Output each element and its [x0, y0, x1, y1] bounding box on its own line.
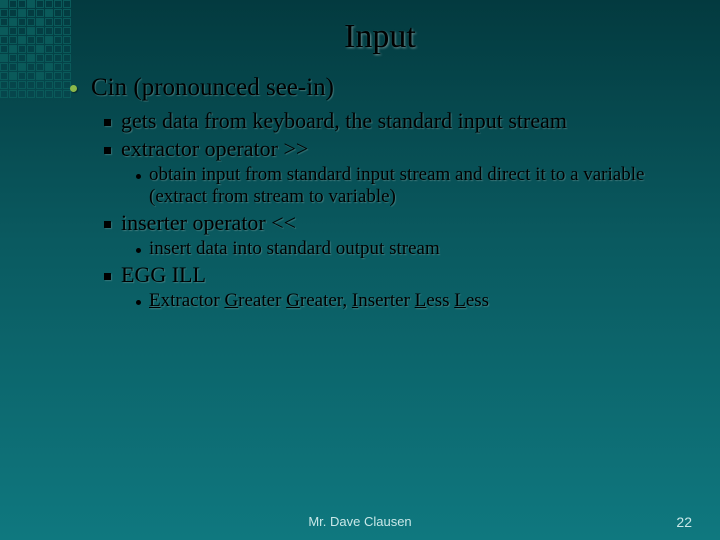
bullet-dot-icon [136, 248, 141, 253]
bullet-level2: EGG ILL [104, 262, 690, 288]
slide-footer: Mr. Dave Clausen 22 [0, 514, 720, 530]
bullet-square-icon [104, 221, 111, 228]
bullet-text: obtain input from standard input stream … [149, 164, 690, 208]
bullet-dot-icon [136, 300, 141, 305]
bullet-dot-icon [70, 85, 77, 92]
bullet-level1: Cin (pronounced see-in) [70, 74, 690, 102]
bullet-level2: gets data from keyboard, the standard in… [104, 108, 690, 134]
bullet-text: insert data into standard output stream [149, 238, 440, 260]
bullet-level3: insert data into standard output stream [136, 238, 690, 260]
bullet-level3: obtain input from standard input stream … [136, 164, 690, 208]
footer-author: Mr. Dave Clausen [308, 514, 411, 529]
bullet-square-icon [104, 147, 111, 154]
bullet-dot-icon [136, 174, 141, 179]
bullet-text: extractor operator >> [121, 136, 308, 162]
bullet-level2: extractor operator >> [104, 136, 690, 162]
bullet-text: inserter operator << [121, 210, 296, 236]
slide-title: Input [70, 18, 690, 56]
mnemonic-text: Extractor Greater Greater, Inserter Less… [149, 290, 489, 312]
bullet-level2: inserter operator << [104, 210, 690, 236]
bullet-square-icon [104, 273, 111, 280]
bullet-square-icon [104, 119, 111, 126]
bullet-text: Cin (pronounced see-in) [91, 74, 334, 101]
footer-page-number: 22 [676, 514, 692, 530]
slide-content: Input Cin (pronounced see-in) gets data … [0, 0, 720, 540]
bullet-text: EGG ILL [121, 262, 206, 288]
bullet-text: gets data from keyboard, the standard in… [121, 108, 567, 134]
bullet-level3: Extractor Greater Greater, Inserter Less… [136, 290, 690, 312]
